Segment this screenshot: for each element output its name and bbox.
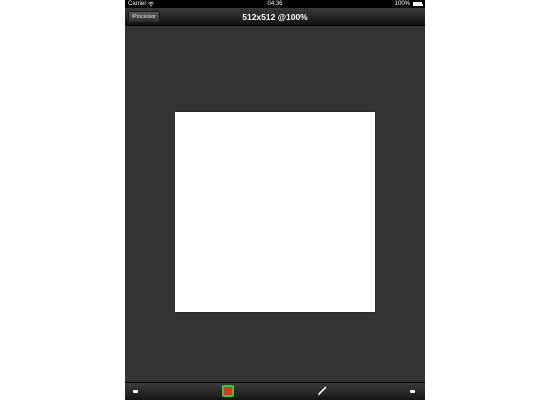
- color-swatch-button[interactable]: [222, 385, 234, 397]
- back-button[interactable]: iProcessor: [128, 11, 160, 23]
- battery-icon: [413, 2, 423, 6]
- page-title: 512x512 @100%: [242, 12, 308, 22]
- minus-icon[interactable]: [133, 390, 138, 393]
- battery-percentage: 100%: [394, 1, 410, 7]
- minus-icon[interactable]: [410, 390, 415, 393]
- navigation-bar: 512x512 @100% iProcessor: [125, 8, 425, 26]
- device-screen: Carrier 04:36 100% 512x512 @100% iProces…: [125, 0, 425, 400]
- status-time: 04:36: [267, 1, 283, 7]
- image-canvas[interactable]: [175, 112, 375, 312]
- brush-icon[interactable]: [317, 386, 327, 396]
- bottom-toolbar: [125, 382, 425, 400]
- status-bar: Carrier 04:36 100%: [125, 0, 425, 8]
